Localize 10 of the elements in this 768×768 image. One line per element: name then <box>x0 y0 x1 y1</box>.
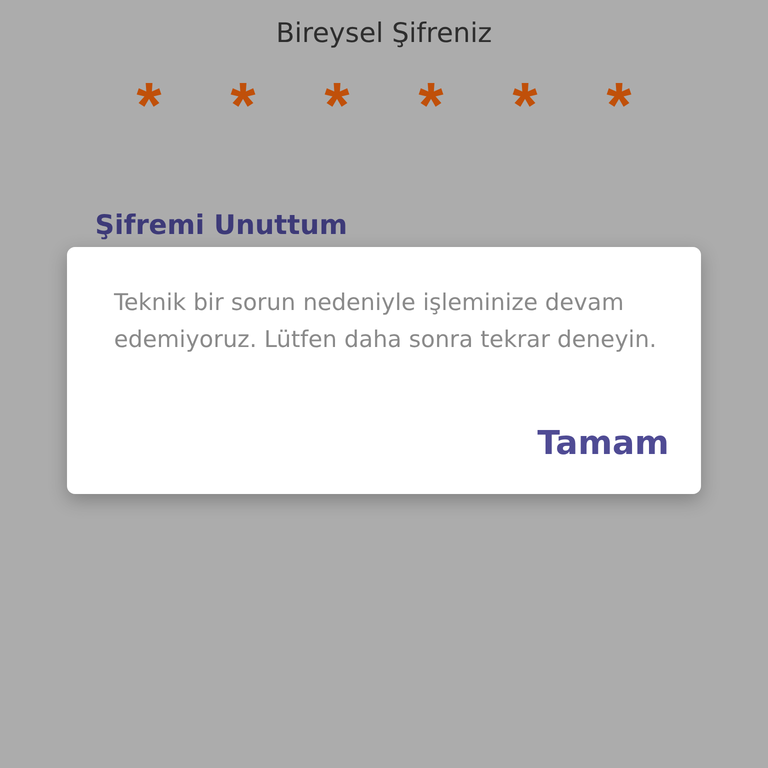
password-mask-char: * <box>418 80 444 130</box>
forgot-password-link[interactable]: Şifremi Unuttum <box>95 208 348 244</box>
password-mask-char: * <box>136 80 162 130</box>
password-mask-char: * <box>230 80 256 130</box>
ok-button[interactable]: Tamam <box>537 423 669 463</box>
dialog-message: Teknik bir sorun nedeniyle işleminize devam edemiyoruz. Lütfen daha sonra tekrar deneyin. <box>114 289 658 355</box>
password-mask-char: * <box>606 80 632 130</box>
password-label: Bireysel Şifreniz <box>275 17 493 51</box>
password-mask-char: * <box>512 80 538 130</box>
password-mask-char: * <box>324 80 350 130</box>
